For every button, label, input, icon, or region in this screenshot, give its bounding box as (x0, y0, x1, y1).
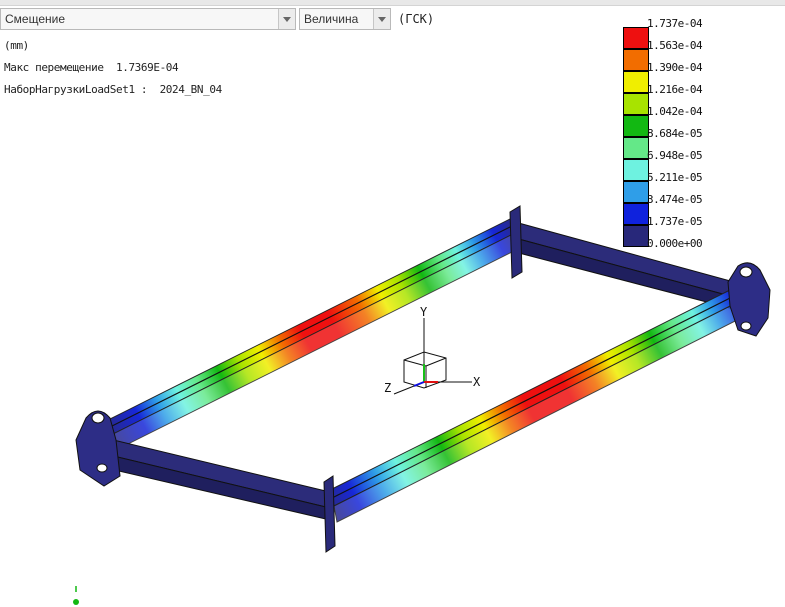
green-marker (73, 586, 79, 605)
fea-model-viewport[interactable]: Y X Z (0, 0, 785, 607)
triad-z-label: Z (384, 381, 391, 395)
right-long-beam (329, 279, 758, 523)
left-long-beam (91, 217, 521, 459)
lifting-lug-right (727, 262, 771, 337)
mid-plate-back (509, 205, 523, 279)
mid-plate-front (323, 475, 336, 553)
back-crossbeam (514, 221, 746, 313)
triad-y-label: Y (420, 305, 428, 319)
coordinate-triad: Y X Z (384, 305, 481, 395)
triad-x-label: X (473, 375, 481, 389)
